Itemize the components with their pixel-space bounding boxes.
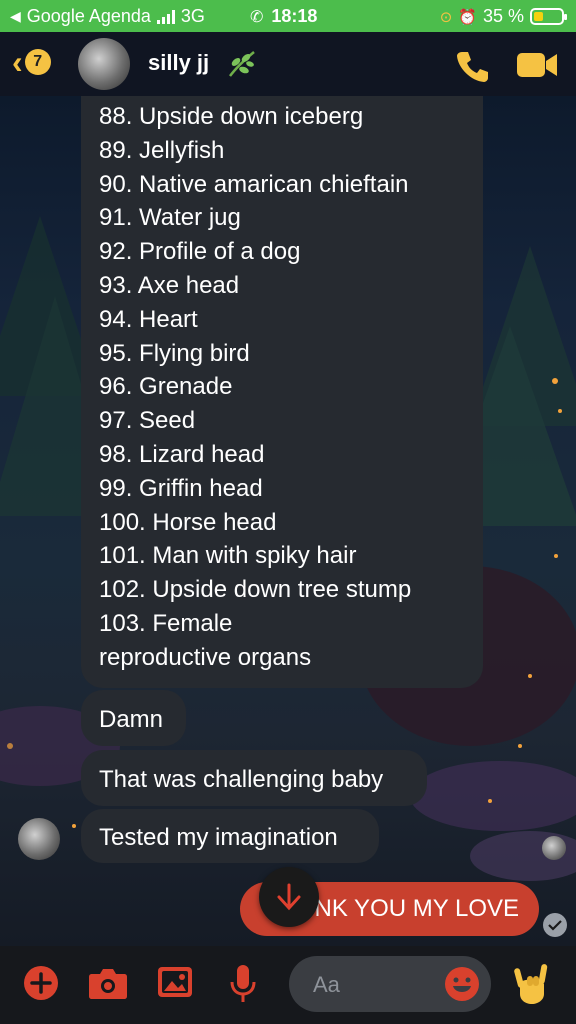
message-input[interactable]: Aa	[289, 956, 491, 1012]
signal-strength-icon	[156, 9, 175, 24]
location-lock-icon: ⊙	[439, 8, 453, 26]
message-text: That was challenging baby	[99, 766, 384, 793]
list-item: 102. Upside down tree stump	[99, 576, 412, 604]
list-item: 98. Lizard head	[99, 440, 265, 468]
list-item: 91. Water jug	[99, 204, 241, 232]
list-item: 97. Seed	[99, 407, 196, 435]
list-item: reproductive organs	[99, 643, 312, 671]
list-item: 93. Axe head	[99, 271, 240, 299]
unread-badge: 7	[24, 49, 51, 75]
emoji-icon[interactable]	[445, 967, 479, 1001]
battery-level	[534, 12, 543, 21]
back-button[interactable]: ‹ 7	[12, 46, 51, 78]
network-type: 3G	[180, 6, 205, 26]
voice-call-button[interactable]	[454, 48, 490, 84]
message-bubble[interactable]: Tested my imagination	[81, 809, 379, 863]
message-bubble[interactable]: That was challenging baby	[81, 750, 427, 806]
herb-emoji-icon	[229, 51, 255, 77]
status-center: ✆ 18:18	[250, 6, 317, 27]
plus-icon[interactable]	[22, 964, 60, 1002]
sent-check-icon	[543, 913, 567, 937]
status-right: ⊙ ⏰ 35 %	[439, 6, 567, 27]
status-bar: ◀ Google Agenda 3G ✆ 18:18 ⊙ ⏰ 35 %	[0, 0, 576, 32]
message-text: Damn	[99, 706, 164, 733]
composer-bar: Aa	[0, 946, 576, 1024]
list-item: 100. Horse head	[99, 508, 277, 536]
message-text: NK YOU MY LOVE	[314, 895, 519, 922]
message-input-placeholder: Aa	[313, 972, 340, 997]
list-item: 99. Griffin head	[99, 474, 263, 502]
seen-by-avatar	[542, 836, 566, 860]
list-item: 88. Upside down iceberg	[99, 103, 364, 130]
list-item: 92. Profile of a dog	[99, 238, 301, 266]
list-item: 90. Native amarican chieftain	[99, 170, 409, 198]
status-carrier[interactable]: Google Agenda	[27, 6, 151, 27]
list-item: 101. Man with spiky hair	[99, 542, 357, 570]
battery-icon	[530, 8, 567, 25]
message-bubble[interactable]: Damn	[81, 690, 186, 746]
message-list-bubble[interactable]: 88. Upside down iceberg 89. Jellyfish 90…	[81, 96, 483, 688]
contact-name[interactable]: silly jj	[148, 50, 209, 76]
sender-avatar[interactable]	[18, 818, 60, 860]
list-item: 96. Grenade	[99, 373, 233, 401]
contact-avatar[interactable]	[78, 38, 130, 90]
scroll-to-bottom-button[interactable]	[259, 867, 319, 927]
chevron-left-icon: ‹	[12, 44, 23, 80]
message-text: Tested my imagination	[99, 824, 338, 851]
list-item: 89. Jellyfish	[99, 136, 225, 164]
gallery-icon[interactable]	[156, 964, 194, 1000]
battery-percent: 35 %	[482, 6, 524, 26]
love-you-gesture-icon[interactable]	[512, 962, 552, 1006]
alarm-icon: ⏰	[458, 8, 477, 26]
list-item: 95. Flying bird	[99, 339, 250, 367]
camera-icon[interactable]	[88, 964, 128, 1000]
chat-header: ‹ 7 silly jj	[0, 32, 576, 96]
microphone-icon[interactable]	[228, 964, 258, 1004]
list-item: 103. Female	[99, 609, 233, 637]
phone-call-icon: ✆	[250, 8, 264, 26]
status-time: 18:18	[271, 6, 318, 26]
list-item: 94. Heart	[99, 305, 198, 333]
status-left: ◀ Google Agenda 3G	[10, 6, 205, 27]
back-to-app-icon[interactable]: ◀	[10, 8, 21, 25]
arrow-down-icon	[277, 883, 301, 911]
video-call-button[interactable]	[516, 50, 558, 80]
